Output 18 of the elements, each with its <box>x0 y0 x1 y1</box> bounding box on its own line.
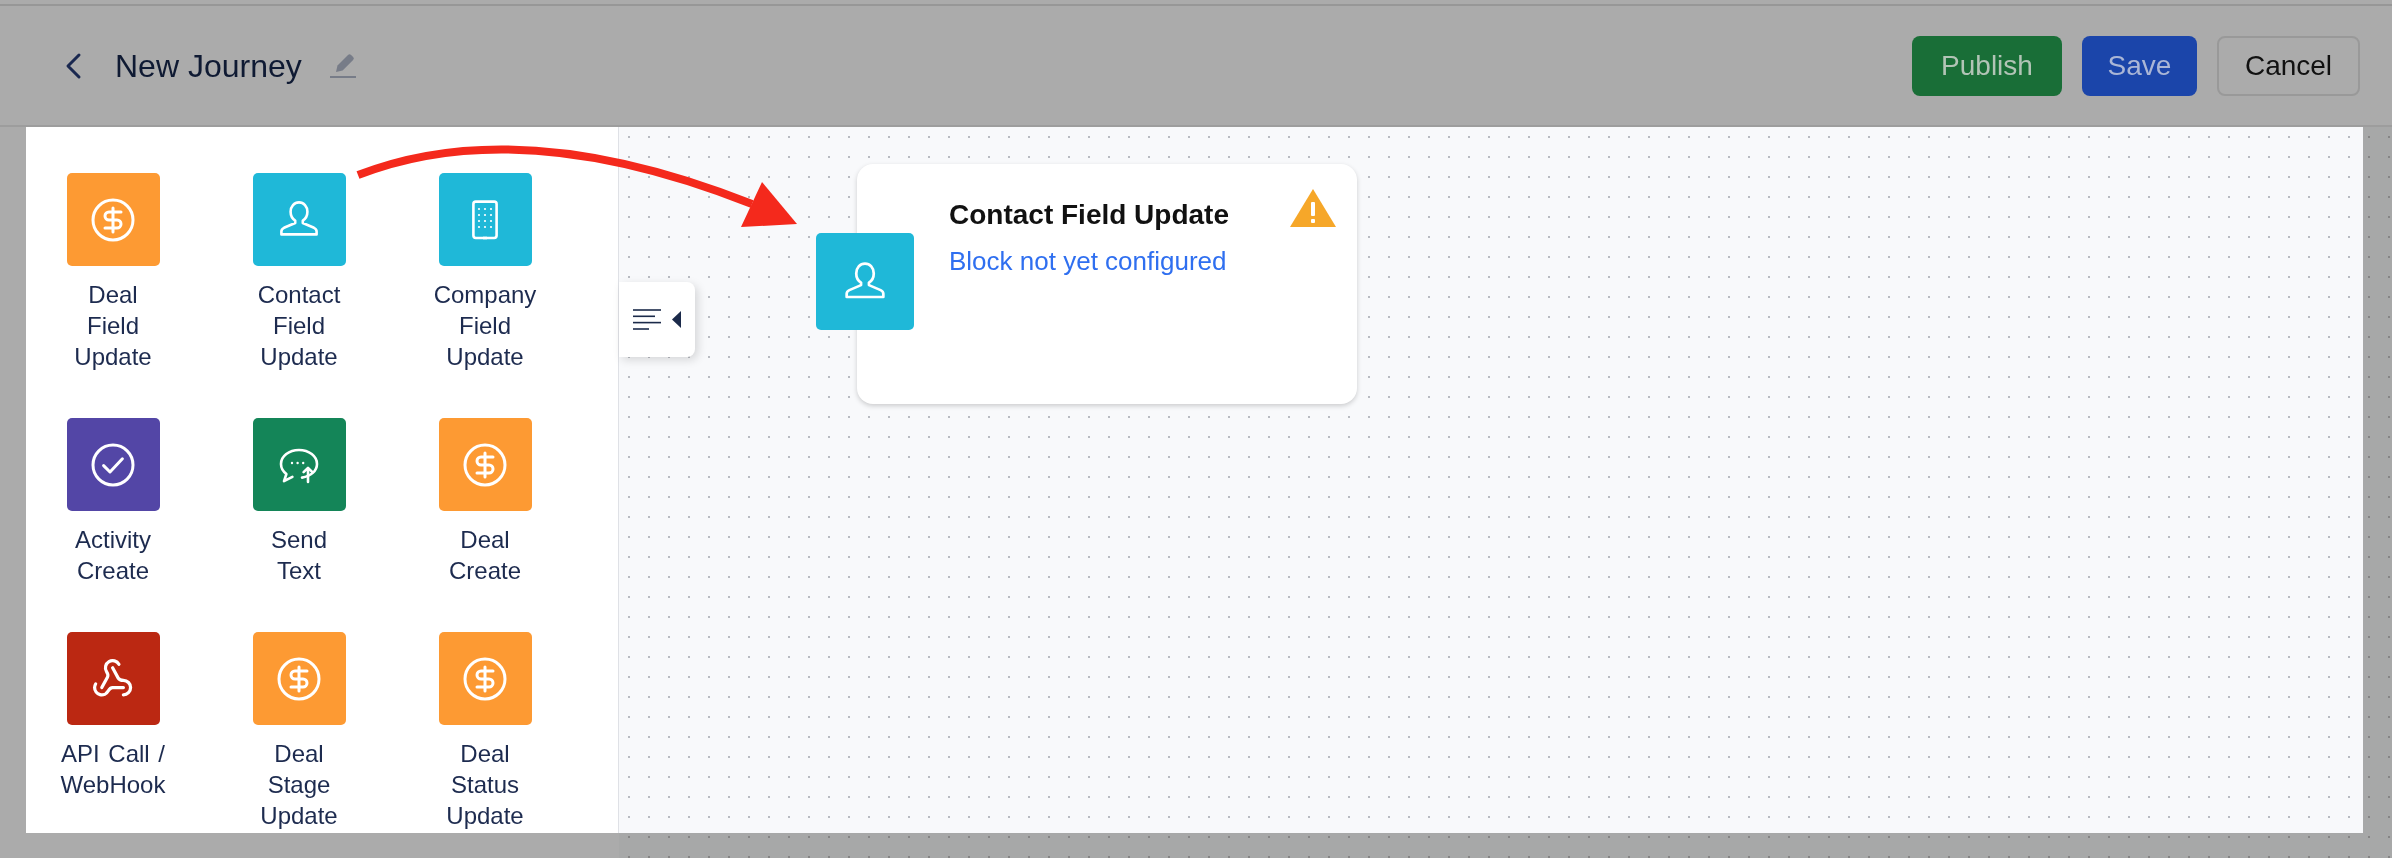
block-palette-item[interactable]: Contact Field Update <box>246 173 352 372</box>
block-palette-item[interactable]: Activity Create <box>60 418 166 586</box>
block-palette-item[interactable]: Company Field Update <box>432 173 538 372</box>
text-lines-icon <box>633 309 661 330</box>
node-card[interactable]: Contact Field Update Block not yet configured <box>857 164 1357 404</box>
block-palette-item[interactable]: API Call / WebHook <box>60 632 166 831</box>
block-palette-item[interactable]: Deal Status Update <box>432 632 538 831</box>
block-palette-item[interactable]: Deal Field Update <box>60 173 166 372</box>
block-palette-item[interactable]: Deal Create <box>432 418 538 586</box>
cancel-button[interactable]: Cancel <box>2217 35 2360 96</box>
journey-title: New Journey <box>115 46 302 86</box>
block-palette-item[interactable]: Send Text <box>246 418 352 586</box>
panel-toggle-button[interactable] <box>619 282 695 357</box>
node-title: Contact Field Update <box>949 198 1229 232</box>
save-button[interactable]: Save <box>2082 35 2197 96</box>
caret-left-icon <box>672 311 681 328</box>
block-palette-item[interactable]: Deal Stage Update <box>246 632 352 831</box>
node-status-text: Block not yet configured <box>949 245 1227 278</box>
